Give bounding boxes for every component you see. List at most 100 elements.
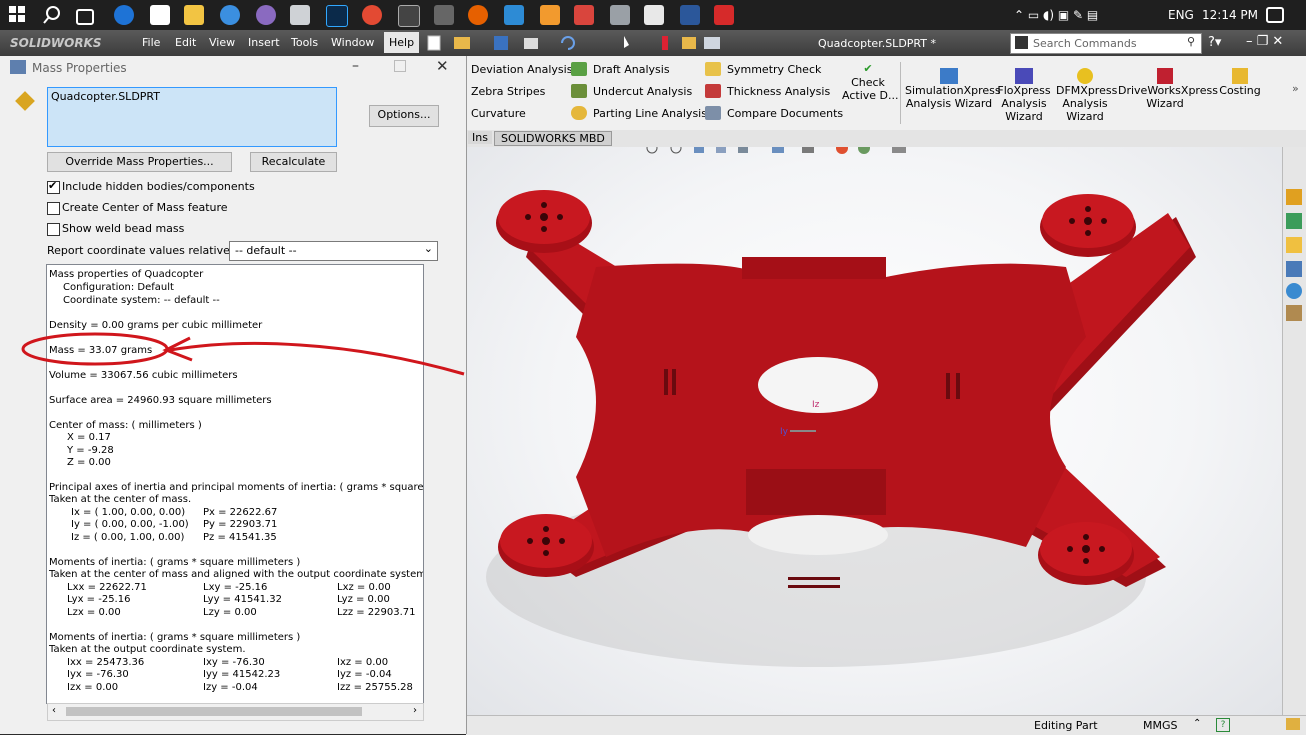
- home-icon[interactable]: [1286, 189, 1302, 205]
- ribbon-thickness-analysis[interactable]: Thickness Analysis: [727, 85, 830, 98]
- result-configuration: Configuration: Default: [63, 282, 174, 293]
- result-lyz: Lyz = 0.00: [337, 594, 390, 605]
- solidworks-logo: SOLIDWORKS: [10, 36, 102, 50]
- language-indicator[interactable]: ENG: [1168, 8, 1194, 22]
- result-iyx: Iyx = -76.30: [67, 669, 129, 680]
- search-icon[interactable]: [42, 5, 62, 25]
- custom-properties-icon[interactable]: [1286, 305, 1302, 321]
- status-units[interactable]: MMGS: [1143, 719, 1178, 732]
- check-active-document-button[interactable]: ✔ Check Active D...: [842, 60, 898, 122]
- app-icon[interactable]: [540, 5, 560, 25]
- dialog-title: Mass Properties: [32, 61, 127, 75]
- driveworksxpress-button[interactable]: DriveWorksXpress Wizard: [1118, 68, 1218, 110]
- create-com-label: Create Center of Mass feature: [62, 201, 228, 214]
- resources-icon[interactable]: [1286, 213, 1302, 229]
- minimize-icon[interactable]: –: [352, 58, 359, 74]
- result-moments1-sub: Taken at the center of mass and aligned …: [49, 569, 424, 580]
- include-hidden-checkbox[interactable]: ✔: [47, 179, 60, 194]
- weld-bead-checkbox[interactable]: [47, 223, 60, 236]
- selected-file[interactable]: Quadcopter.SLDPRT: [51, 90, 160, 103]
- simulationxpress-button[interactable]: SimulationXpress Analysis Wizard: [905, 68, 1001, 110]
- chrome-icon[interactable]: [362, 5, 382, 25]
- app-icon[interactable]: [574, 5, 594, 25]
- check-icon: ✔: [863, 62, 873, 75]
- menu-tools[interactable]: Tools: [291, 36, 318, 49]
- app-icon[interactable]: [434, 5, 454, 25]
- floxpress-button[interactable]: FloXpress Analysis Wizard: [996, 68, 1052, 123]
- app-icon[interactable]: [256, 5, 276, 25]
- help-icon[interactable]: ?▾: [1208, 35, 1221, 50]
- menu-file[interactable]: File: [142, 36, 160, 49]
- help-status-icon[interactable]: ?: [1216, 718, 1230, 732]
- menu-edit[interactable]: Edit: [175, 36, 196, 49]
- ribbon-parting-line-analysis[interactable]: Parting Line Analysis: [593, 107, 707, 120]
- notification-icon[interactable]: [1266, 7, 1284, 23]
- result-izy: Izy = -0.04: [203, 682, 258, 693]
- dfmxpress-label-2: Analysis: [1062, 97, 1108, 110]
- solidworks-taskbar-icon[interactable]: [714, 5, 734, 25]
- ribbon-deviation-analysis[interactable]: Deviation Analysis: [471, 63, 572, 76]
- appearances-icon[interactable]: [1286, 283, 1302, 299]
- units-dropdown-icon[interactable]: ⌃: [1193, 718, 1201, 729]
- ie-icon[interactable]: [220, 5, 240, 25]
- app-icon[interactable]: [610, 5, 630, 25]
- close-icon[interactable]: ✕: [436, 57, 449, 75]
- app-icon[interactable]: [290, 5, 310, 25]
- view-palette-icon[interactable]: [1286, 261, 1302, 277]
- search-commands-box[interactable]: Search Commands ⚲: [1010, 33, 1202, 54]
- search-commands-icon: [1015, 36, 1028, 49]
- coordinate-system-select[interactable]: -- default -- ⌄: [229, 241, 438, 261]
- folder-icon[interactable]: [1286, 237, 1302, 253]
- ribbon-expand-icon[interactable]: »: [1292, 82, 1299, 95]
- driveworksxpress-label-1: DriveWorksXpress: [1118, 84, 1218, 97]
- ribbon-curvature[interactable]: Curvature: [471, 107, 526, 120]
- ribbon-draft-analysis[interactable]: Draft Analysis: [593, 63, 670, 76]
- costing-icon: [1232, 68, 1248, 84]
- window-controls[interactable]: – ❐ ✕: [1246, 34, 1283, 49]
- menu-insert[interactable]: Insert: [248, 36, 280, 49]
- firefox-icon[interactable]: [468, 5, 488, 25]
- scroll-left-icon[interactable]: ‹: [52, 705, 56, 716]
- result-lxy: Lxy = -25.16: [203, 582, 268, 593]
- tab-addins[interactable]: Ins: [468, 131, 492, 144]
- override-mass-properties-button[interactable]: Override Mass Properties...: [47, 152, 232, 172]
- result-surface-area: Surface area = 24960.93 square millimete…: [49, 395, 272, 406]
- parting-line-icon: [571, 106, 587, 120]
- ribbon-symmetry-check[interactable]: Symmetry Check: [727, 63, 821, 76]
- tray-icons[interactable]: ⌃ ▭ ◖) ▣ ✎ ▤: [1014, 8, 1098, 22]
- file-explorer-icon[interactable]: [184, 5, 204, 25]
- scroll-right-icon[interactable]: ›: [413, 705, 417, 716]
- costing-button[interactable]: Costing: [1216, 68, 1264, 97]
- menu-window[interactable]: Window: [331, 36, 374, 49]
- options-button[interactable]: Options...: [369, 105, 439, 127]
- ribbon-compare-documents[interactable]: Compare Documents: [727, 107, 843, 120]
- word-icon[interactable]: [680, 5, 700, 25]
- maximize-icon[interactable]: [394, 60, 406, 72]
- task-view-icon[interactable]: [76, 9, 94, 25]
- recalculate-button[interactable]: Recalculate: [250, 152, 337, 172]
- app-icon[interactable]: [644, 5, 664, 25]
- dfmxpress-button[interactable]: DFMXpress Analysis Wizard: [1056, 68, 1117, 123]
- selection-icon: [15, 91, 35, 111]
- tab-solidworks-mbd[interactable]: SOLIDWORKS MBD: [494, 131, 612, 146]
- windows-start-icon[interactable]: [8, 5, 28, 25]
- menu-view[interactable]: View: [209, 36, 235, 49]
- mass-properties-results[interactable]: Mass properties of Quadcopter Configurat…: [46, 264, 424, 704]
- edge-icon[interactable]: [114, 5, 134, 25]
- app-icon[interactable]: [504, 5, 524, 25]
- graphics-area[interactable]: ⊟ ⊡ ❐ ✕ Iz Iy: [466, 147, 1282, 715]
- ribbon-undercut-analysis[interactable]: Undercut Analysis: [593, 85, 692, 98]
- ribbon-zebra-stripes[interactable]: Zebra Stripes: [471, 85, 545, 98]
- horizontal-scrollbar[interactable]: ‹ ›: [47, 703, 424, 721]
- store-icon[interactable]: [150, 5, 170, 25]
- create-com-checkbox[interactable]: [47, 202, 60, 215]
- standard-toolbar[interactable]: [424, 33, 744, 53]
- menu-help[interactable]: Help: [384, 32, 420, 53]
- clock[interactable]: 12:14 PM: [1202, 8, 1258, 22]
- photoshop-icon[interactable]: [326, 5, 348, 27]
- selected-entities-list[interactable]: Quadcopter.SLDPRT: [47, 87, 337, 147]
- cmd-icon[interactable]: [398, 5, 420, 27]
- search-commands-placeholder: Search Commands: [1033, 37, 1137, 50]
- scroll-thumb[interactable]: [66, 707, 362, 716]
- tag-icon[interactable]: [1286, 718, 1300, 730]
